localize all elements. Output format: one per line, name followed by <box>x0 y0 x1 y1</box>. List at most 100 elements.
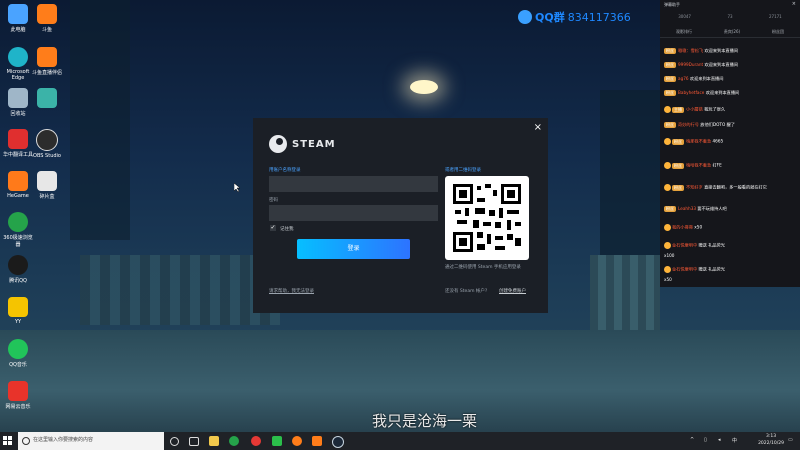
qr-hint-text: 通过二维码使用 Steam 手机应用登录 <box>445 265 521 270</box>
chat-message: 粉丝 嗷嗷：雪松飞 欢迎来到本直播间 <box>664 48 798 54</box>
gift-icon <box>664 224 671 231</box>
qr-code-icon <box>453 184 521 252</box>
chat-text: 欢迎来到本直播间 <box>704 48 738 53</box>
douyu-icon[interactable] <box>292 436 302 446</box>
search-placeholder: 在这里输入你要搜索的内容 <box>33 437 94 443</box>
windows-start-button[interactable] <box>3 436 13 446</box>
tab-fans[interactable]: 粉丝团 <box>772 29 784 35</box>
help-link[interactable]: 请求帮助，我无法登录 <box>269 288 314 294</box>
qq-penguin-icon <box>518 10 532 24</box>
douyu-companion-icon[interactable] <box>312 436 322 446</box>
tab-vip[interactable]: 贵宾(26) <box>724 29 740 35</box>
notification-icon[interactable]: ▭ <box>788 437 793 443</box>
emoji-icon <box>664 138 671 145</box>
qq-group-number: 834117366 <box>567 10 631 24</box>
desktop-icon-box[interactable]: 碎片盒 <box>30 171 64 200</box>
search-icon <box>22 437 30 445</box>
chat-user: 不知好歹 <box>686 184 703 190</box>
file-explorer-icon[interactable] <box>209 436 219 446</box>
chat-message: 粉丝 9999Durant 欢迎来到本直播间 <box>664 62 798 68</box>
desktop-icon-label: 回收站 <box>10 111 26 117</box>
wall <box>590 255 660 335</box>
chat-user: 嗨哈我不着急 <box>686 162 712 168</box>
obs-icon <box>36 129 58 151</box>
remember-me-checkbox[interactable]: ✓ <box>270 225 276 231</box>
desktop-icon-360-browser[interactable]: 360极速浏览器 <box>1 212 35 248</box>
taskbar-clock[interactable]: 3:13 2022/10/29 <box>758 433 784 447</box>
fence <box>80 255 280 325</box>
chat-text: 放他们DOTO 醒了 <box>700 122 735 127</box>
building <box>600 90 660 260</box>
browser-icon[interactable] <box>229 436 239 446</box>
create-account-link[interactable]: 创建免费账户 <box>499 288 526 294</box>
chat-message: 粉丝 嗨哈我不着急 打FE <box>664 162 798 169</box>
close-button[interactable]: × <box>534 122 542 133</box>
fan-badge: 粉丝 <box>664 206 676 212</box>
chat-user: 小小蘑菇 <box>686 106 703 112</box>
input-method-indicator[interactable]: 中 <box>732 437 737 444</box>
yy-icon <box>8 297 28 317</box>
chat-text: x100 <box>664 253 675 258</box>
account-name-label: 用账户名称登录 <box>269 168 301 173</box>
chat-user: 嗨那我不着急 <box>686 138 712 144</box>
like-count: 27171 <box>769 14 782 19</box>
chat-text: 打FE <box>712 162 722 168</box>
chat-user: 9999Durant <box>678 62 704 67</box>
fan-badge: 粉丝 <box>664 90 676 96</box>
close-button[interactable]: × <box>792 1 796 7</box>
chat-message: 粉丝 奇妙的行号 放他们DOTO 醒了 <box>664 122 798 128</box>
danmaku-assistant-panel: 弹幕助手 × 30047 73 27171 观影排行 贵宾(26) 粉丝团 粉丝… <box>660 0 800 287</box>
steam-logo: STEAM <box>269 135 336 153</box>
gift-message: 我的小哥哥 x50 <box>664 224 798 231</box>
chat-user: 金石悦摩明中 <box>672 242 698 248</box>
fan-badge: 粉丝 <box>672 184 684 191</box>
desktop-icon-qq[interactable]: 腾讯QQ <box>1 255 35 284</box>
taskbar-search-box[interactable]: 在这里输入你要搜索的内容 <box>18 432 164 450</box>
cortana-icon[interactable] <box>170 437 179 446</box>
desktop-icon-douyu[interactable]: 斗鱼 <box>30 4 64 33</box>
chat-message: 粉丝 不知好歹 直接去翻吧，多一般看的就在打它 <box>664 184 798 191</box>
password-label: 密码 <box>269 198 278 203</box>
douyu-companion-icon <box>37 47 57 67</box>
chat-text: 直接去翻吧，多一般看的就在打它 <box>704 184 767 190</box>
translate-icon <box>8 129 28 149</box>
emoji-icon <box>664 184 671 191</box>
desktop-icon-netease-music[interactable]: 网易云音乐 <box>1 381 35 410</box>
gift-icon <box>664 242 671 249</box>
task-view-icon[interactable] <box>189 437 199 446</box>
desktop-icon-douyu-companion[interactable]: 斗鱼直播伴侣 <box>30 47 64 76</box>
account-name-input[interactable] <box>269 176 438 192</box>
chat-message: 粉丝 Leahh33 要不玩维持人吧 <box>664 206 798 212</box>
network-icon[interactable]: ▯ <box>704 437 707 443</box>
desktop-icon-app[interactable] <box>30 88 64 110</box>
qq-icon <box>8 255 28 275</box>
login-button[interactable]: 登录 <box>297 239 410 259</box>
password-input[interactable] <box>269 205 438 221</box>
desktop-icon-label: 网易云音乐 <box>5 404 31 410</box>
qq-music-icon <box>8 339 28 359</box>
chat-user: 奇妙的行号 <box>678 122 699 127</box>
volume-icon[interactable]: ◂ <box>718 437 721 443</box>
tab-ranking[interactable]: 观影排行 <box>676 29 692 35</box>
desktop-icon-qq-music[interactable]: QQ音乐 <box>1 339 35 368</box>
street-lamp-light <box>410 80 438 94</box>
qr-code <box>445 176 529 260</box>
chat-text: 要不玩维持人吧 <box>697 206 727 211</box>
chat-user: Babyhetface <box>678 90 705 95</box>
gift-count: 73 <box>727 14 733 19</box>
app-icon[interactable] <box>251 436 261 446</box>
desktop-icon-yy[interactable]: YY <box>1 297 35 325</box>
remember-me-label: 记住我 <box>280 227 294 232</box>
chat-message: 粉丝 Babyhetface 欢迎来到本直播间 <box>664 90 798 96</box>
wechat-icon[interactable] <box>272 436 282 446</box>
steam-icon[interactable] <box>332 436 344 448</box>
chevron-up-icon[interactable]: ^ <box>690 437 694 443</box>
chat-message: 粉丝 ag76 欢迎来到本直播间 <box>664 76 798 82</box>
fan-badge: 粉丝 <box>672 138 684 145</box>
chat-text: x50 <box>694 224 703 230</box>
desktop-icon-obs[interactable]: OBS Studio <box>30 129 64 159</box>
chat-user: 金石悦摩明中 <box>672 266 698 272</box>
gift-message: 金石悦摩明中 赠送 礼品荧光 <box>664 266 798 273</box>
steam-icon <box>269 135 287 153</box>
panel-title: 弹幕助手 <box>664 2 680 7</box>
